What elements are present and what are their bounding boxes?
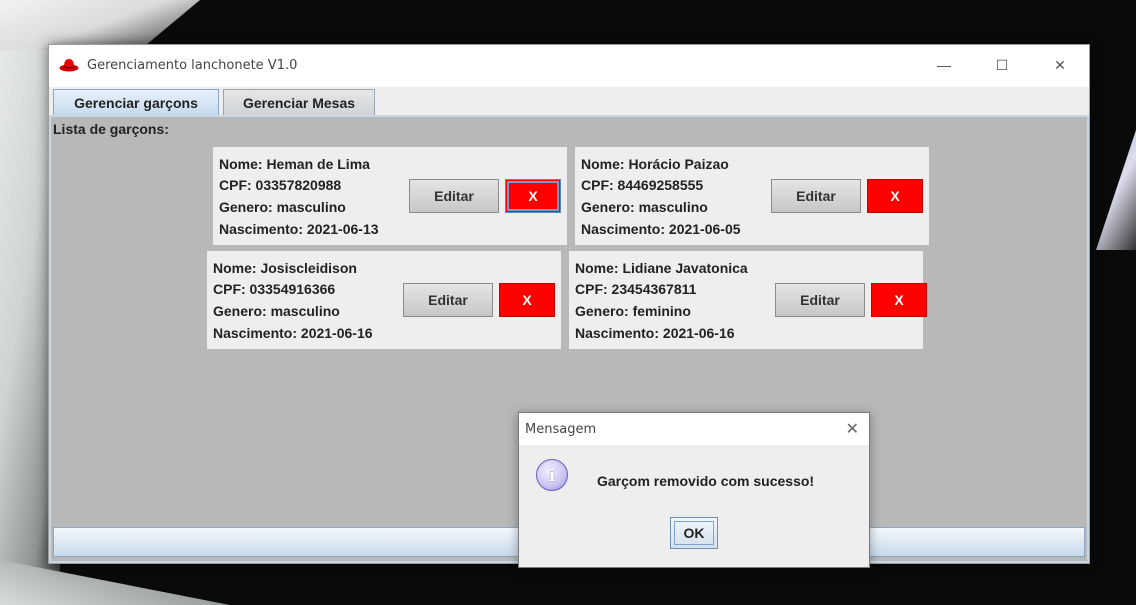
waiter-name: Nome: Lidiane Javatonica [575, 260, 748, 276]
dialog-close-button[interactable]: ✕ [846, 419, 859, 439]
dialog-titlebar[interactable]: Mensagem ✕ [519, 413, 869, 445]
waiter-gender: Genero: masculino [219, 199, 346, 215]
window-controls: — ☐ ✕ [915, 45, 1089, 85]
waiter-birthdate: Nascimento: 2021-06-05 [581, 221, 741, 237]
delete-button[interactable]: X [499, 283, 555, 317]
red-hat-icon [59, 58, 79, 72]
waiter-gender: Genero: feminino [575, 303, 691, 319]
waiter-birthdate: Nascimento: 2021-06-16 [575, 325, 735, 341]
ok-button[interactable]: OK [670, 517, 718, 549]
waiter-card: Nome: Horácio Paizao CPF: 84469258555 Ge… [575, 147, 929, 245]
dialog-title: Mensagem [525, 421, 597, 437]
waiter-name: Nome: Heman de Lima [219, 156, 370, 172]
tab-gerenciar-mesas[interactable]: Gerenciar Mesas [223, 89, 375, 115]
window-titlebar[interactable]: Gerenciamento lanchonete V1.0 — ☐ ✕ [49, 45, 1089, 85]
tab-bar: Gerenciar garçons Gerenciar Mesas [49, 87, 1089, 115]
waiter-card: Nome: Heman de Lima CPF: 03357820988 Gen… [213, 147, 567, 245]
desktop-wallpaper-top [0, 0, 200, 50]
waiters-list-label: Lista de garçons: [53, 121, 169, 137]
waiter-cpf: CPF: 23454367811 [575, 281, 697, 297]
edit-button[interactable]: Editar [403, 283, 493, 317]
window-title: Gerenciamento lanchonete V1.0 [87, 57, 298, 73]
waiter-birthdate: Nascimento: 2021-06-16 [213, 325, 373, 341]
message-dialog: Mensagem ✕ i Garçom removido com sucesso… [518, 412, 870, 568]
waiter-cpf: CPF: 03354916366 [213, 281, 336, 297]
tab-gerenciar-garcons[interactable]: Gerenciar garçons [53, 89, 219, 115]
waiter-name: Nome: Horácio Paizao [581, 156, 729, 172]
waiter-gender: Genero: masculino [213, 303, 340, 319]
dialog-message: Garçom removido com sucesso! [597, 473, 815, 489]
edit-button[interactable]: Editar [409, 179, 499, 213]
waiter-card: Nome: Lidiane Javatonica CPF: 2345436781… [569, 251, 927, 349]
edit-button[interactable]: Editar [775, 283, 865, 317]
delete-button[interactable]: X [505, 179, 561, 213]
waiter-birthdate: Nascimento: 2021-06-13 [219, 221, 379, 237]
waiter-gender: Genero: masculino [581, 199, 708, 215]
waiter-cpf: CPF: 03357820988 [219, 177, 342, 193]
edit-button[interactable]: Editar [771, 179, 861, 213]
close-button[interactable]: ✕ [1031, 45, 1089, 85]
waiter-cpf: CPF: 84469258555 [581, 177, 704, 193]
maximize-button[interactable]: ☐ [973, 45, 1031, 85]
delete-button[interactable]: X [867, 179, 923, 213]
desktop-wallpaper-bottom [0, 560, 230, 605]
waiter-card: Nome: Josiscleidison CPF: 03354916366 Ge… [207, 251, 561, 349]
info-icon: i [536, 459, 568, 491]
desktop-wallpaper-right [1096, 130, 1136, 250]
minimize-button[interactable]: — [915, 45, 973, 85]
waiter-name: Nome: Josiscleidison [213, 260, 357, 276]
delete-button[interactable]: X [871, 283, 927, 317]
